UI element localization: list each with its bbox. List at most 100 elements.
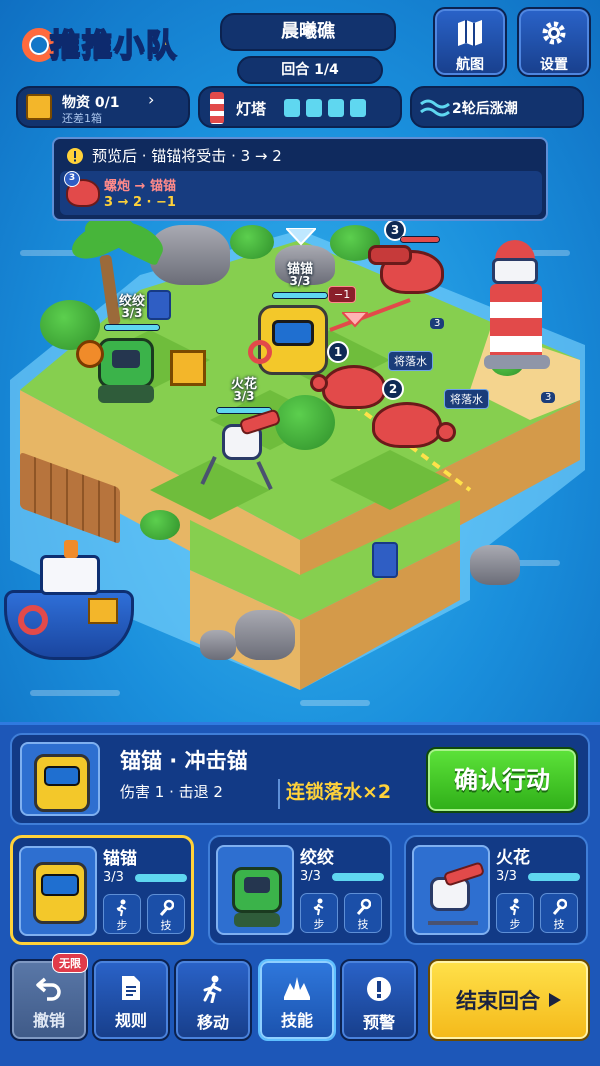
- map-icon: [458, 20, 482, 46]
- tile-count: 3: [541, 392, 556, 403]
- supplies-status[interactable]: 物资 0/1 › 还差1箱: [16, 86, 190, 128]
- combo-text: 连锁落水×2: [286, 781, 392, 803]
- lighthouse-label: 灯塔: [236, 100, 267, 118]
- roster-card-jiaojiao[interactable]: 绞绞 3/3 步 技: [208, 835, 392, 945]
- map-label: 航图: [456, 57, 484, 73]
- lighthouse-status: 灯塔: [198, 86, 402, 128]
- supply-crate[interactable]: [170, 350, 206, 386]
- action-portrait: [20, 742, 100, 816]
- gear-icon: [542, 21, 566, 45]
- tide-status: 2轮后涨潮: [410, 86, 584, 128]
- roster-hp-bar: [332, 873, 384, 881]
- roster-portrait: [216, 845, 294, 935]
- step-button[interactable]: 步: [300, 893, 338, 933]
- unit-hp-bar: [104, 324, 160, 331]
- rock: [150, 225, 230, 285]
- skill-tab-label: 技能: [280, 1011, 313, 1030]
- end-turn-label: 结束回合: [456, 989, 540, 1013]
- roster-portrait: [412, 845, 490, 935]
- step-button[interactable]: 步: [496, 893, 534, 933]
- barrel: [372, 542, 398, 578]
- level-name: 晨曦礁: [220, 13, 396, 51]
- warning-button[interactable]: 预警: [340, 959, 418, 1041]
- undo-icon: [36, 977, 61, 1001]
- step-label: 步: [313, 918, 325, 931]
- enemy-hp-bar: [400, 236, 440, 243]
- attacker-badge: 3: [64, 171, 80, 187]
- rock: [470, 545, 520, 585]
- roster-card-huohua[interactable]: 火花 3/3 步 技: [404, 835, 588, 945]
- unit-hp-text: 3/3: [233, 389, 255, 403]
- bush: [140, 510, 180, 540]
- wrench-icon: [356, 898, 371, 915]
- attack-detail: 3 → 2 · −1: [104, 195, 176, 210]
- logo-text: 推推小队: [49, 27, 178, 64]
- rock: [235, 610, 295, 660]
- preview-banner: 预览后 · 锚锚将受击 · 3 → 2 3 螺炮 → 锚锚 3 → 2 · −1: [52, 137, 548, 221]
- action-stats: 伤害 1 · 击退 2: [120, 783, 223, 801]
- wave-icon: [420, 99, 450, 117]
- undo-unlimited-badge: 无限: [52, 953, 88, 973]
- bush: [230, 225, 274, 259]
- roster-name: 火花: [496, 848, 530, 868]
- warning-label: 预警: [362, 1013, 395, 1032]
- move-label: 移动: [196, 1013, 229, 1032]
- wrench-icon: [159, 899, 174, 916]
- damage-preview-tag: −1: [328, 286, 357, 303]
- skill-label: 技: [553, 918, 565, 931]
- preview-headline: 预览后 · 锚锚将受击 · 3 → 2: [92, 147, 282, 165]
- attack-line: 螺炮 → 锚锚: [104, 179, 176, 194]
- skill-button[interactable]: 技: [147, 894, 185, 934]
- roster-name: 绞绞: [300, 848, 334, 868]
- settings-label: 设置: [540, 57, 568, 73]
- lighthouse-icon: [210, 92, 224, 124]
- walk-icon: [203, 975, 222, 1003]
- fall-warning-tag: 将落水: [444, 389, 489, 409]
- move-button[interactable]: 移动: [174, 959, 252, 1041]
- map-button[interactable]: 航图: [433, 7, 507, 77]
- confirm-action-button[interactable]: 确认行动: [426, 747, 578, 813]
- walk-icon: [116, 899, 127, 917]
- supplies-sub: 还差1箱: [62, 112, 102, 125]
- undo-label: 撤销: [32, 1011, 65, 1030]
- walk-icon: [509, 898, 520, 916]
- step-label: 步: [509, 918, 521, 931]
- skill-label: 技: [160, 919, 172, 932]
- roster-hp-bar: [135, 874, 187, 882]
- skill-tab-button[interactable]: 技能: [258, 959, 336, 1041]
- roster-portrait: [19, 846, 97, 936]
- roster-hp-bar: [528, 873, 580, 881]
- enemy-order-badge: 2: [382, 378, 404, 400]
- rules-button[interactable]: 规则: [92, 959, 170, 1041]
- settings-button[interactable]: 设置: [517, 7, 591, 77]
- walk-icon: [313, 898, 324, 916]
- lighthouse-pips: [284, 99, 366, 117]
- crate-icon: [26, 94, 52, 120]
- warning-icon: [67, 147, 83, 164]
- roster-name: 锚锚: [103, 849, 137, 869]
- skill-button[interactable]: 技: [344, 893, 382, 933]
- target-marker-icon: [342, 312, 368, 328]
- alert-icon: [367, 977, 391, 1001]
- rock: [200, 630, 236, 660]
- target-marker-icon: [286, 228, 316, 246]
- step-label: 步: [116, 919, 128, 932]
- round-indicator: 回合 1/4: [237, 56, 383, 84]
- rules-label: 规则: [114, 1011, 147, 1030]
- roster-hp: 3/3: [496, 869, 517, 884]
- control-panel: 锚锚 · 冲击锚 伤害 1 · 击退 2 连锁落水×2 确认行动 锚锚 3/3 …: [0, 722, 600, 1066]
- step-button[interactable]: 步: [103, 894, 141, 934]
- wrench-icon: [552, 898, 567, 915]
- roster-card-maomao[interactable]: 锚锚 3/3 步 技: [10, 835, 194, 945]
- bush: [275, 395, 335, 450]
- fall-warning-tag: 将落水: [388, 351, 433, 371]
- unit-hp-bar: [272, 292, 328, 299]
- unit-hp-text: 3/3: [121, 306, 143, 320]
- skill-button[interactable]: 技: [540, 893, 578, 933]
- supplies-label: 物资 0/1: [62, 95, 120, 111]
- game-logo: 推推小队: [14, 14, 192, 74]
- end-turn-button[interactable]: 结束回合: [428, 959, 590, 1041]
- supplies-chevron-icon: ›: [148, 90, 155, 109]
- divider: [278, 779, 280, 809]
- tide-label: 2轮后涨潮: [452, 101, 518, 117]
